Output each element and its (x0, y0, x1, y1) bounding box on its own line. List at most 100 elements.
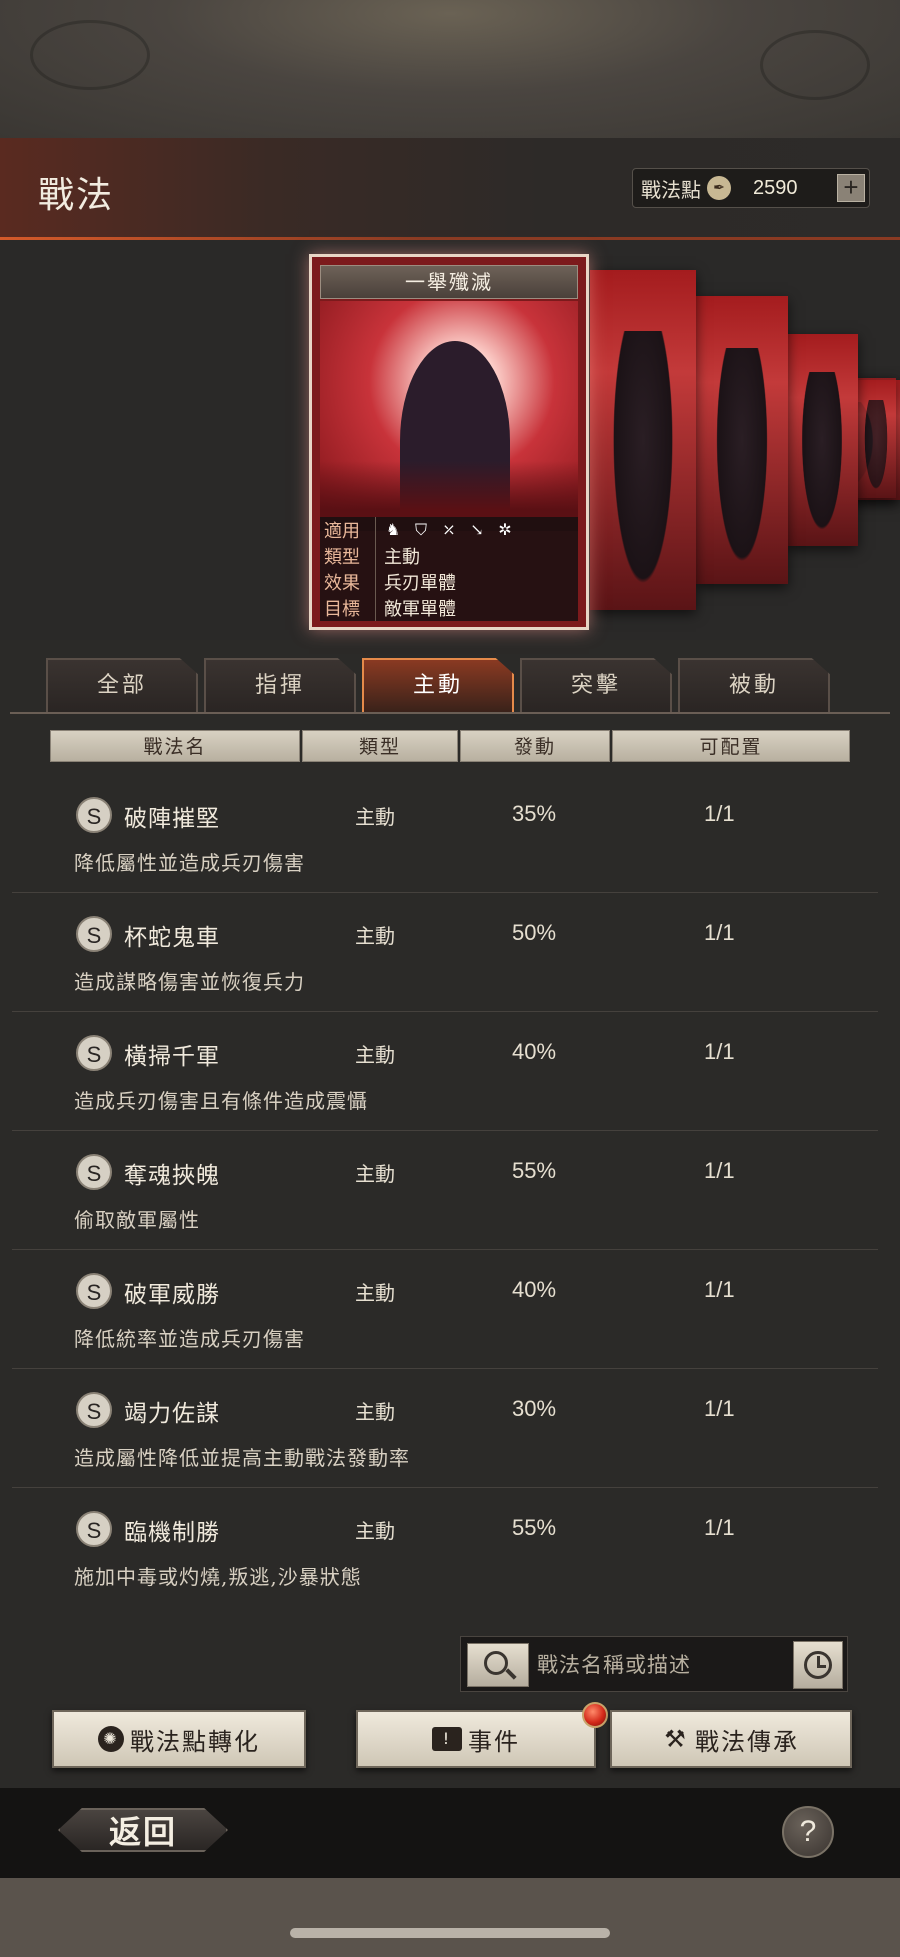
tactic-type: 主動 (355, 1281, 395, 1305)
card-info-effect: 效果 兵刃單體 (320, 569, 578, 595)
tactic-inherit-label: 戰法傳承 (695, 1727, 799, 1756)
page-header: 戰法 戰法點 ✒ 2590 + (0, 138, 900, 240)
tactic-description: 降低統率並造成兵刃傷害 (74, 1327, 305, 1351)
tactic-row[interactable]: S 破軍威勝 主動 40% 1/1 降低統率並造成兵刃傷害 (12, 1251, 878, 1369)
tactic-available: 1/1 (704, 801, 735, 826)
grade-badge: S (76, 1035, 112, 1071)
card-info-target: 目標 敵軍單體 (320, 595, 578, 621)
help-button[interactable]: ? (782, 1806, 834, 1858)
column-header-type[interactable]: 類型 (302, 730, 458, 762)
tactic-rate: 55% (512, 1158, 557, 1183)
flame-icon: ✺ (98, 1726, 124, 1752)
convert-points-label: 戰法點轉化 (130, 1727, 260, 1756)
grade-badge: S (76, 916, 112, 952)
tactic-rate: 55% (512, 1515, 557, 1540)
spear-icon: ↘ (470, 520, 484, 539)
back-button[interactable]: 返回 (58, 1804, 228, 1856)
tactic-points-label: 戰法點 (641, 177, 701, 202)
notice-icon: ! (432, 1727, 462, 1751)
tactic-row[interactable]: S 奪魂挾魄 主動 55% 1/1 偷取敵軍屬性 (12, 1132, 878, 1250)
column-header-rate[interactable]: 發動 (460, 730, 610, 762)
card-artwork (320, 301, 578, 531)
quill-icon: ✒ (707, 176, 731, 200)
tactic-rate: 50% (512, 920, 557, 945)
grade-badge: S (76, 1273, 112, 1309)
tactic-available: 1/1 (704, 920, 735, 945)
tactic-points-value: 2590 (753, 176, 798, 199)
home-indicator[interactable] (290, 1928, 610, 1938)
tactic-type: 主動 (355, 924, 395, 948)
tactic-available: 1/1 (704, 1277, 735, 1302)
grade-badge: S (76, 797, 112, 833)
tab-command[interactable]: 指揮 (204, 658, 356, 712)
footer-bar: 返回 ? (0, 1788, 900, 1878)
back-label: 返回 (108, 1813, 177, 1851)
tactic-available: 1/1 (704, 1039, 735, 1064)
top-decor-band (0, 0, 900, 138)
tab-assault[interactable]: 突擊 (520, 658, 672, 712)
tactic-name: 奪魂挾魄 (124, 1163, 220, 1189)
event-button[interactable]: ! 事件 (356, 1710, 596, 1768)
history-button[interactable] (793, 1641, 843, 1689)
tactic-type: 主動 (355, 1400, 395, 1424)
tactic-available: 1/1 (704, 1515, 735, 1540)
tactic-inherit-button[interactable]: ⚒ 戰法傳承 (610, 1710, 852, 1768)
page-title: 戰法 (38, 175, 115, 216)
tactic-card-thumb[interactable] (856, 378, 896, 498)
tactic-row[interactable]: S 杯蛇鬼車 主動 50% 1/1 造成謀略傷害並恢復兵力 (12, 894, 878, 1012)
tactic-description: 降低屬性並造成兵刃傷害 (74, 851, 305, 875)
tactic-row[interactable]: S 破陣摧堅 主動 35% 1/1 降低屬性並造成兵刃傷害 (12, 775, 878, 893)
tactic-description: 施加中毒或灼燒,叛逃,沙暴狀態 (74, 1565, 362, 1589)
tab-passive[interactable]: 被動 (678, 658, 830, 712)
search-button[interactable] (467, 1643, 529, 1687)
card-info-type: 類型 主動 (320, 543, 578, 569)
tactic-description: 造成謀略傷害並恢復兵力 (74, 970, 305, 994)
event-label: 事件 (468, 1727, 520, 1756)
tactic-name: 臨機制勝 (124, 1520, 220, 1546)
tactic-name: 橫掃千軍 (124, 1044, 220, 1070)
tactic-card-thumb[interactable] (590, 270, 696, 610)
add-points-button[interactable]: + (837, 174, 865, 202)
hammer-icon: ⚒ (664, 1725, 688, 1753)
cavalry-icon: ♞ (385, 520, 401, 539)
tabs-divider (10, 712, 890, 714)
tactic-available: 1/1 (704, 1158, 735, 1183)
convert-points-button[interactable]: ✺ 戰法點轉化 (52, 1710, 306, 1768)
tactic-type: 主動 (355, 1043, 395, 1067)
grade-badge: S (76, 1154, 112, 1190)
column-header-available[interactable]: 可配置 (612, 730, 850, 762)
tab-active[interactable]: 主動 (362, 658, 514, 712)
tab-all[interactable]: 全部 (46, 658, 198, 712)
notification-badge (582, 1702, 608, 1728)
tactic-card-thumb[interactable] (696, 296, 788, 584)
card-info-panel: 適用 ♞ ⛉ ⤫ ↘ ✲ 類型 主動 效果 兵刃單體 目標 敵軍單體 (320, 517, 578, 621)
shield-icon: ⛉ (414, 520, 427, 539)
tactic-type: 主動 (355, 1162, 395, 1186)
tactic-rate: 30% (512, 1396, 557, 1421)
magnifier-icon (484, 1651, 508, 1675)
tactic-description: 偷取敵軍屬性 (74, 1208, 200, 1232)
tactic-row[interactable]: S 竭力佐謀 主動 30% 1/1 造成屬性降低並提高主動戰法發動率 (12, 1370, 878, 1488)
bottom-decor-band (0, 1878, 900, 1957)
bow-icon: ⤫ (442, 520, 456, 539)
tactic-description: 造成屬性降低並提高主動戰法發動率 (74, 1446, 410, 1470)
card-info-applicable: 適用 ♞ ⛉ ⤫ ↘ ✲ (320, 517, 578, 543)
tactic-row[interactable]: S 橫掃千軍 主動 40% 1/1 造成兵刃傷害且有條件造成震懾 (12, 1013, 878, 1131)
tactic-name: 破陣摧堅 (124, 806, 220, 832)
cloud-ornament (30, 20, 150, 90)
cloud-ornament (760, 30, 870, 100)
tactic-name: 破軍威勝 (124, 1282, 220, 1308)
tactic-list: S 破陣摧堅 主動 35% 1/1 降低屬性並造成兵刃傷害 S 杯蛇鬼車 主動 … (12, 775, 878, 1615)
tactic-card-thumb[interactable] (786, 334, 858, 546)
tactic-rate: 35% (512, 801, 557, 826)
tactic-type: 主動 (355, 1519, 395, 1543)
tactic-rate: 40% (512, 1277, 557, 1302)
selected-tactic-card[interactable]: 一舉殲滅 適用 ♞ ⛉ ⤫ ↘ ✲ 類型 主動 效果 兵刃單體 目標 敵軍單體 (309, 254, 589, 630)
search-input[interactable] (537, 1643, 783, 1687)
card-title: 一舉殲滅 (320, 265, 578, 299)
tactic-row[interactable]: S 臨機制勝 主動 55% 1/1 施加中毒或灼燒,叛逃,沙暴狀態 (12, 1489, 878, 1607)
column-header-name[interactable]: 戰法名 (50, 730, 300, 762)
search-bar (460, 1636, 848, 1692)
wheel-icon: ✲ (498, 520, 512, 539)
tactic-description: 造成兵刃傷害且有條件造成震懾 (74, 1089, 368, 1113)
